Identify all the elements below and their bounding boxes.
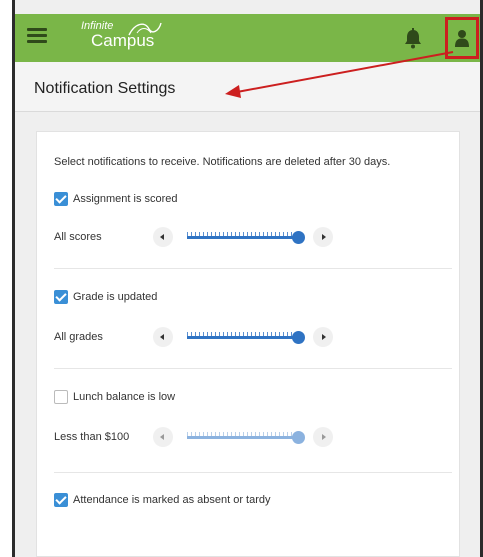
checkbox-label: Lunch balance is low	[73, 391, 176, 403]
bell-icon[interactable]	[403, 27, 423, 49]
lunch-balance-slider	[153, 426, 333, 448]
slider-label: All grades	[54, 331, 103, 343]
checkbox-icon	[54, 192, 68, 206]
assignment-scored-checkbox[interactable]: Assignment is scored	[54, 191, 178, 207]
decrease-arrow-icon[interactable]	[153, 327, 173, 347]
checkbox-label: Attendance is marked as absent or tardy	[73, 494, 271, 506]
slider-track[interactable]	[187, 232, 299, 239]
page-title: Notification Settings	[34, 80, 176, 97]
checkbox-icon	[54, 290, 68, 304]
increase-arrow-icon[interactable]	[313, 427, 333, 447]
top-navigation-bar: Infinite Campus	[15, 14, 480, 62]
divider	[54, 368, 452, 369]
notification-settings-card: Select notifications to receive. Notific…	[36, 131, 460, 557]
app-frame: Infinite Campus Notification Settings Se…	[12, 0, 483, 557]
slider-label: All scores	[54, 231, 102, 243]
slider-label: Less than $100	[54, 431, 130, 443]
increase-arrow-icon[interactable]	[313, 227, 333, 247]
user-icon[interactable]	[445, 17, 479, 59]
attendance-checkbox[interactable]: Attendance is marked as absent or tardy	[54, 492, 271, 508]
assignment-scored-slider	[153, 226, 333, 248]
slider-thumb[interactable]	[292, 231, 305, 244]
checkbox-label: Grade is updated	[73, 291, 158, 303]
slider-track[interactable]	[187, 332, 299, 339]
checkbox-icon	[54, 390, 68, 404]
grade-updated-slider	[153, 326, 333, 348]
decrease-arrow-icon[interactable]	[153, 227, 173, 247]
slider-thumb[interactable]	[292, 431, 305, 444]
checkbox-icon	[54, 493, 68, 507]
hamburger-menu-icon[interactable]	[27, 28, 47, 48]
lunch-balance-checkbox[interactable]: Lunch balance is low	[54, 389, 175, 405]
checkbox-label: Assignment is scored	[73, 193, 178, 205]
page-header: Notification Settings	[15, 62, 480, 112]
slider-thumb[interactable]	[292, 331, 305, 344]
infinite-campus-logo: Infinite Campus	[81, 21, 162, 49]
intro-text: Select notifications to receive. Notific…	[54, 156, 391, 168]
grade-updated-checkbox[interactable]: Grade is updated	[54, 289, 157, 305]
divider	[54, 472, 452, 473]
increase-arrow-icon[interactable]	[313, 327, 333, 347]
slider-track[interactable]	[187, 432, 299, 439]
decrease-arrow-icon[interactable]	[153, 427, 173, 447]
divider	[54, 268, 452, 269]
